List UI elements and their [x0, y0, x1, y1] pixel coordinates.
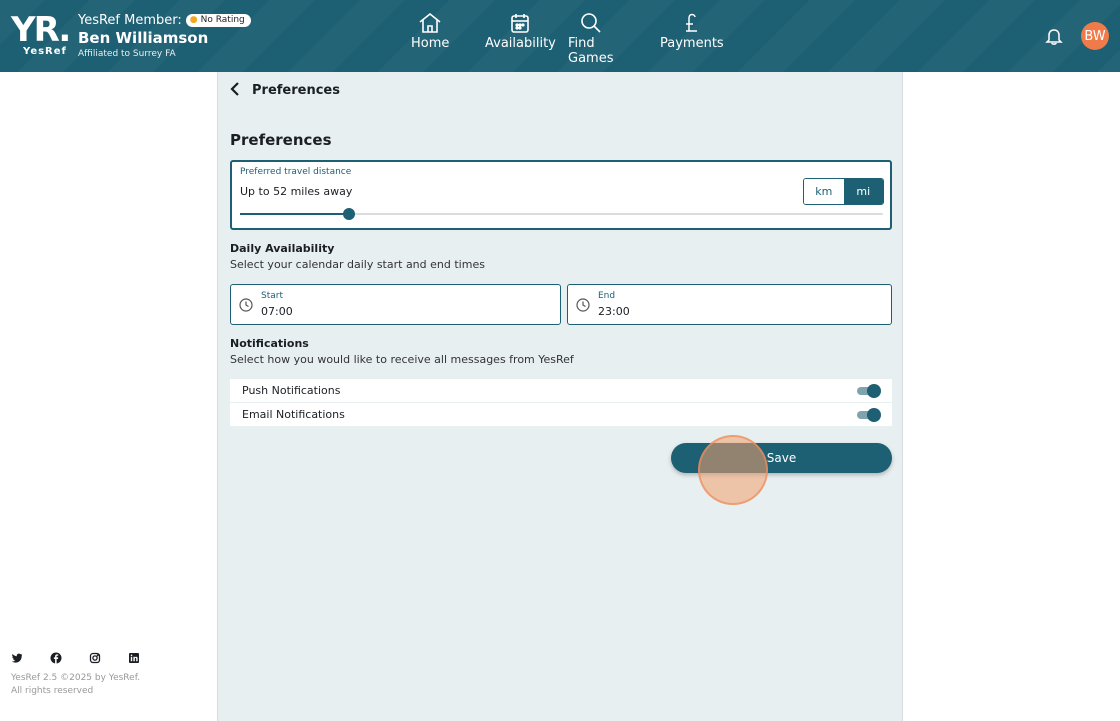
- member-label: YesRef Member:: [78, 12, 182, 28]
- slider-thumb[interactable]: [343, 208, 356, 220]
- pound-icon: [685, 13, 697, 32]
- nav-availability-label: Availability: [485, 36, 556, 51]
- email-notifications-row: Email Notifications: [230, 403, 892, 426]
- page-title: Preferences: [230, 131, 332, 149]
- footer-copyright: YesRef 2.5 ©2025 by YesRef. All rights r…: [11, 672, 140, 698]
- end-time-value: 23:00: [598, 305, 630, 318]
- click-indicator: [698, 435, 768, 505]
- clock-icon: [239, 298, 253, 312]
- clock-icon: [576, 298, 590, 312]
- nav-find-games-label: Find Games: [568, 36, 614, 66]
- travel-distance-value: Up to 52 miles away: [240, 185, 353, 198]
- chevron-left-icon: [230, 81, 239, 96]
- footer-rights: All rights reserved: [11, 686, 94, 696]
- email-notifications-toggle[interactable]: [857, 408, 881, 422]
- unit-toggle: km mi: [803, 178, 884, 205]
- search-icon: [580, 13, 601, 33]
- breadcrumb: Preferences: [230, 81, 340, 100]
- member-affiliation: Affiliated to Surrey FA: [78, 49, 176, 59]
- unit-mi-button[interactable]: mi: [843, 179, 883, 204]
- start-time-field[interactable]: Start 07:00: [230, 284, 561, 325]
- user-avatar[interactable]: BW: [1081, 22, 1109, 50]
- preferences-panel: Preferences Preferences Preferred travel…: [217, 72, 903, 721]
- twitter-icon[interactable]: [11, 652, 23, 664]
- bell-icon: [1045, 29, 1063, 45]
- back-button[interactable]: [230, 81, 240, 100]
- slider-fill: [240, 213, 350, 215]
- app-header: YR. YesRef YesRef Member: ● No Rating Be…: [0, 0, 1120, 72]
- nav-payments[interactable]: Payments: [660, 12, 724, 51]
- travel-distance-card: Preferred travel distance Up to 52 miles…: [230, 160, 892, 230]
- footer-version: YesRef 2.5 ©2025 by YesRef.: [11, 673, 141, 683]
- push-notifications-label: Push Notifications: [242, 384, 341, 397]
- yesref-logo[interactable]: YR. YesRef: [11, 10, 71, 59]
- home-icon: [419, 12, 441, 33]
- star-icon: ●: [189, 15, 198, 25]
- instagram-icon[interactable]: [89, 652, 101, 664]
- breadcrumb-title: Preferences: [252, 82, 340, 98]
- notifications-description: Select how you would like to receive all…: [230, 353, 574, 366]
- nav-find-games[interactable]: Find Games: [568, 12, 613, 66]
- nav-home-label: Home: [411, 36, 450, 51]
- linkedin-icon[interactable]: [128, 652, 140, 664]
- nav-home[interactable]: Home: [411, 12, 449, 51]
- facebook-icon[interactable]: [50, 652, 62, 664]
- daily-availability-heading: Daily Availability: [230, 242, 335, 255]
- notifications-heading: Notifications: [230, 337, 309, 350]
- rating-badge: ● No Rating: [185, 13, 251, 27]
- start-time-label: Start: [261, 291, 283, 301]
- distance-slider[interactable]: [240, 208, 883, 220]
- daily-availability-description: Select your calendar daily start and end…: [230, 258, 485, 271]
- calendar-icon: [511, 14, 530, 33]
- notifications-button[interactable]: [1044, 26, 1064, 50]
- push-notifications-row: Push Notifications: [230, 379, 892, 402]
- toggle-knob: [867, 408, 881, 422]
- email-notifications-label: Email Notifications: [242, 408, 345, 421]
- nav-availability[interactable]: Availability: [485, 12, 556, 51]
- social-links: [11, 652, 140, 664]
- logo-subtext: YesRef: [23, 46, 67, 57]
- travel-distance-label: Preferred travel distance: [240, 167, 352, 177]
- logo-mark: YR.: [11, 10, 71, 50]
- start-time-value: 07:00: [261, 305, 293, 318]
- end-time-field[interactable]: End 23:00: [567, 284, 892, 325]
- unit-km-button[interactable]: km: [804, 179, 844, 204]
- member-info: YesRef Member: ● No Rating Ben Williamso…: [78, 12, 251, 59]
- member-name: Ben Williamson: [78, 29, 209, 47]
- end-time-label: End: [598, 291, 616, 301]
- nav-payments-label: Payments: [660, 36, 724, 51]
- push-notifications-toggle[interactable]: [857, 384, 881, 398]
- toggle-knob: [867, 384, 881, 398]
- rating-badge-label: No Rating: [200, 15, 245, 25]
